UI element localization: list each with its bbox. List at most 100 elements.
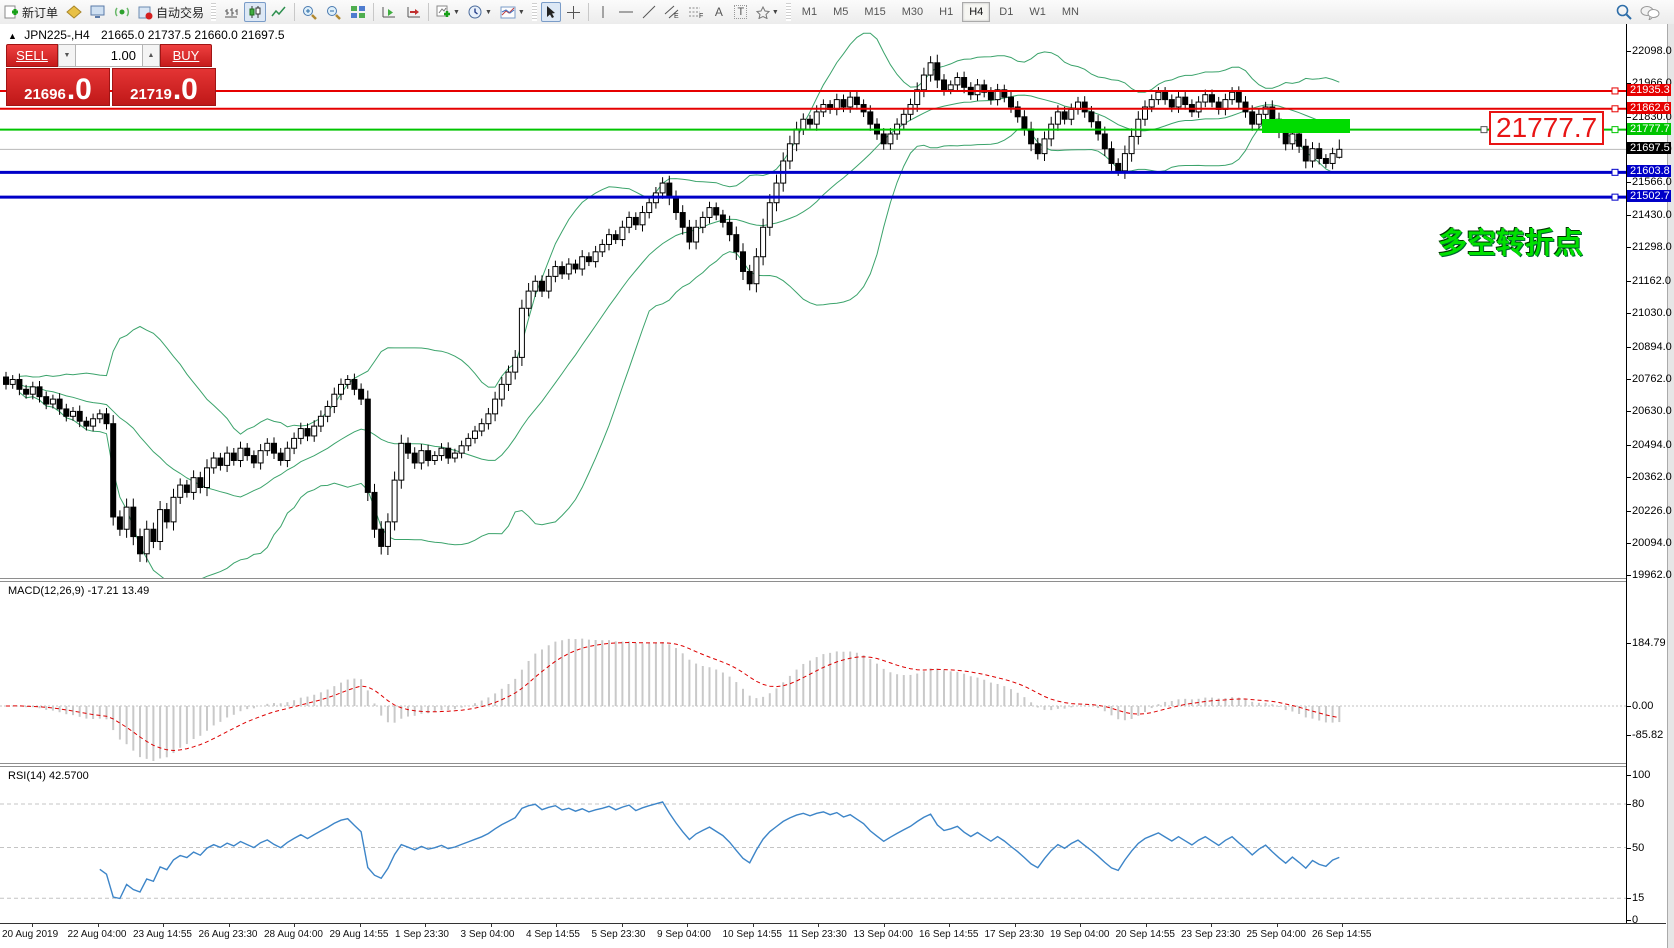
search-icon	[1616, 4, 1632, 20]
bar-chart-icon	[223, 5, 239, 19]
price-tick-label: 20362.0	[1632, 471, 1672, 483]
pane-separator[interactable]	[0, 578, 1666, 582]
candlestick-chart-icon	[247, 5, 263, 19]
timeframe-m30[interactable]: M30	[895, 2, 930, 22]
rsi-tick	[1627, 848, 1631, 849]
time-tick	[491, 924, 492, 927]
line-chart-button[interactable]	[268, 2, 290, 22]
time-label: 20 Aug 2019	[2, 929, 58, 940]
time-label: 13 Sep 04:00	[854, 929, 914, 940]
text-label-icon: T	[734, 5, 747, 19]
rsi-tick	[1627, 804, 1631, 805]
timeframe-w1[interactable]: W1	[1022, 2, 1053, 22]
price-tick-label: 20494.0	[1632, 439, 1672, 451]
chat-button[interactable]	[1637, 2, 1663, 22]
time-tick	[1080, 924, 1081, 927]
toolbar-separator	[428, 3, 429, 21]
rsi-scale-label: 100	[1632, 769, 1650, 781]
timeframe-mn[interactable]: MN	[1055, 2, 1086, 22]
timeframe-h4[interactable]: H4	[962, 2, 990, 22]
new-order-icon	[4, 5, 19, 20]
rsi-tick	[1627, 920, 1631, 921]
price-tick	[1627, 117, 1631, 118]
tile-windows-button[interactable]	[347, 2, 369, 22]
timeframe-d1[interactable]: D1	[992, 2, 1020, 22]
timeframe-m15[interactable]: M15	[857, 2, 892, 22]
crosshair-tool-button[interactable]	[563, 2, 584, 22]
chart-window[interactable]: ▲ JPN225-,H4 21665.0 21737.5 21660.0 216…	[0, 24, 1674, 948]
templates-button[interactable]: ▼	[497, 2, 528, 22]
auto-trading-button[interactable]: 自动交易	[135, 2, 207, 22]
search-button[interactable]	[1613, 2, 1635, 22]
bar-chart-button[interactable]	[220, 2, 242, 22]
chart-title: ▲ JPN225-,H4 21665.0 21737.5 21660.0 216…	[8, 28, 285, 42]
turning-point-text[interactable]: 多空转折点	[1438, 220, 1583, 262]
sell-price-main: 21696	[24, 86, 66, 103]
price-tick	[1627, 281, 1631, 282]
horizontal-line-tool[interactable]	[615, 2, 637, 22]
chevron-down-icon: ▼	[453, 9, 460, 16]
time-tick	[360, 924, 361, 927]
price-scale[interactable]: 22098.021966.021830.021698.021566.021430…	[1626, 24, 1667, 925]
zoom-out-button[interactable]	[323, 2, 345, 22]
macd-pane[interactable]	[0, 581, 1626, 763]
main-chart-pane[interactable]	[0, 24, 1626, 578]
time-axis[interactable]: 20 Aug 201922 Aug 04:0023 Aug 14:5526 Au…	[0, 923, 1666, 948]
sell-price-display[interactable]: 21696 .0	[6, 68, 110, 106]
horizontal-line-icon	[618, 7, 634, 17]
price-callout-box[interactable]: 21777.7	[1489, 111, 1604, 145]
terminal-button[interactable]	[87, 2, 109, 22]
chart-shift-button[interactable]	[402, 2, 424, 22]
time-label: 26 Aug 23:30	[199, 929, 258, 940]
arrows-tool[interactable]: ▼	[753, 2, 782, 22]
equidistant-channel-icon: E	[664, 5, 680, 19]
auto-scroll-button[interactable]	[378, 2, 400, 22]
text-tool[interactable]: A	[709, 2, 729, 22]
zoom-in-button[interactable]	[299, 2, 321, 22]
equidistant-channel-tool[interactable]: E	[661, 2, 683, 22]
fibonacci-tool[interactable]: F	[685, 2, 707, 22]
timeframe-m1[interactable]: M1	[795, 2, 824, 22]
green-highlight-rectangle[interactable]	[1262, 119, 1350, 133]
volume-decrease-button[interactable]: ▼	[58, 44, 76, 67]
timeframe-h1[interactable]: H1	[932, 2, 960, 22]
time-tick	[98, 924, 99, 927]
sell-button[interactable]: SELL	[6, 44, 58, 67]
time-tick	[229, 924, 230, 927]
time-tick	[294, 924, 295, 927]
rsi-pane[interactable]	[0, 765, 1626, 923]
time-label: 22 Aug 04:00	[68, 929, 127, 940]
text-label-tool[interactable]: T	[731, 2, 751, 22]
time-tick	[425, 924, 426, 927]
pane-separator[interactable]	[0, 763, 1666, 767]
volume-increase-button[interactable]: ▲	[142, 44, 160, 67]
trendline-tool[interactable]	[639, 2, 659, 22]
timeframe-m5[interactable]: M5	[826, 2, 855, 22]
text-tool-icon: A	[715, 5, 723, 19]
time-tick	[818, 924, 819, 927]
time-label: 28 Aug 04:00	[264, 929, 323, 940]
periods-button[interactable]: ▼	[465, 2, 495, 22]
buy-price-display[interactable]: 21719 .0	[112, 68, 216, 106]
new-chart-icon	[436, 5, 451, 19]
new-order-button[interactable]: 新订单	[1, 2, 61, 22]
toolbar-grip	[786, 3, 791, 21]
time-label: 11 Sep 23:30	[788, 929, 847, 940]
chevron-down-icon: ▼	[485, 9, 492, 16]
signals-button[interactable]	[111, 2, 133, 22]
price-tick	[1627, 445, 1631, 446]
price-tick-label: 19962.0	[1632, 569, 1672, 581]
time-tick	[1146, 924, 1147, 927]
cursor-tool-button[interactable]	[541, 2, 561, 22]
price-tick	[1627, 379, 1631, 380]
time-label: 4 Sep 14:55	[526, 929, 580, 940]
volume-input[interactable]	[76, 44, 142, 67]
vertical-line-tool[interactable]	[593, 2, 613, 22]
new-chart-button[interactable]: ▼	[433, 2, 463, 22]
collapse-one-click-icon[interactable]: ▲	[8, 31, 17, 41]
candlestick-chart-button[interactable]	[244, 2, 266, 22]
buy-button[interactable]: BUY	[160, 44, 212, 67]
metaeditor-button[interactable]	[63, 2, 85, 22]
price-tick-label: 20894.0	[1632, 341, 1672, 353]
price-tick-label: 20226.0	[1632, 505, 1672, 517]
